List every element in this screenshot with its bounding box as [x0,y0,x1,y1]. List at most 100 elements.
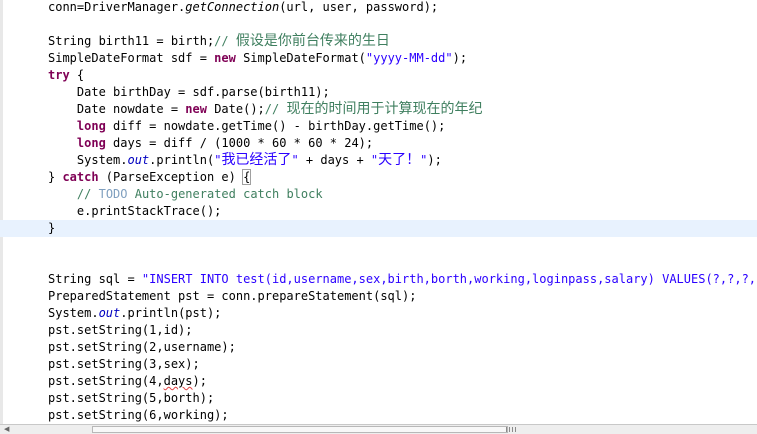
code-token: // [76,187,99,201]
code-line[interactable]: System.out.println("我已经活了" + days + "天了！… [0,152,757,169]
code-token: diff = nowdate.getTime() - birthDay.getT… [105,119,446,133]
horizontal-scrollbar[interactable]: ◀ [0,424,757,434]
code-token: 假设是你前台传来的生日 [235,33,390,49]
code-line[interactable]: System.out.println(pst); [0,305,757,322]
code-text: System.out.println("我已经活了" + days + "天了！… [48,152,442,169]
code-text: Date nowdate = new Date();// 现在的时间用于计算现在… [48,101,483,118]
code-text: } [48,220,55,237]
code-text: pst.setString(2,username); [48,339,236,356]
code-token: // [264,102,287,116]
code-token: catch [62,170,99,184]
code-line[interactable]: pst.setString(3,sex); [0,356,757,373]
code-text: conn=DriverManager.getConnection(url, us… [48,0,438,16]
code-token: out [98,306,121,320]
code-line[interactable]: pst.setString(1,id); [0,322,757,339]
code-token: ); [192,374,207,388]
code-line[interactable]: PreparedStatement pst = conn.prepareStat… [0,288,757,305]
code-line[interactable]: } catch (ParseException e) { [0,169,757,186]
code-token: (ParseException e) [98,170,244,184]
code-text: pst.setString(4,days); [48,373,207,390]
code-token: new [185,102,207,116]
code-token: (url, user, password); [279,0,439,14]
scrollbar-grip [506,427,516,432]
code-token: pst.setString(1,id); [48,323,193,337]
code-token: } [48,170,63,184]
code-line[interactable]: Date nowdate = new Date();// 现在的时间用于计算现在… [0,101,757,118]
code-token: conn=DriverManager. [48,0,186,14]
code-token: Date nowdate = [48,102,186,116]
code-line[interactable]: String sql = "INSERT INTO test(id,userna… [0,271,757,288]
code-token: long [76,119,106,133]
code-token: .println(pst); [120,306,222,320]
code-token: System. [48,306,99,320]
code-text: pst.setString(6,working); [48,407,229,424]
code-token: try [48,68,70,82]
code-line[interactable]: pst.setString(2,username); [0,339,757,356]
code-token: ); [427,153,442,167]
code-token: // [214,34,236,48]
code-text: String birth11 = birth;// 假设是你前台传来的生日 [48,33,390,50]
code-line[interactable] [0,237,757,254]
code-line[interactable]: String birth11 = birth;// 假设是你前台传来的生日 [0,33,757,50]
code-token: SimpleDateFormat( [235,51,366,65]
code-line[interactable]: e.printStackTrace(); [0,203,757,220]
code-token: 天了！ [378,152,421,168]
code-line[interactable]: pst.setString(5,borth); [0,390,757,407]
code-editor[interactable]: conn=DriverManager.getConnection(url, us… [0,0,757,424]
code-token: "INSERT INTO test(id,username,sex,birth,… [141,272,757,286]
code-line[interactable]: Date birthDay = sdf.parse(birth11); [0,84,757,101]
code-token: pst.setString(4, [48,374,164,388]
code-token: long [76,136,106,150]
code-text: pst.setString(3,sex); [48,356,200,373]
chevron-left-icon[interactable]: ◀ [4,426,10,433]
code-token: pst.setString(6,working); [48,408,229,422]
code-token: SimpleDateFormat sdf = [48,51,215,65]
code-line[interactable]: // TODO Auto-generated catch block [0,186,757,203]
code-token: out [127,153,150,167]
code-token: days = diff / (1000 * 60 * 60 * 24); [105,136,374,150]
code-token: days [163,374,193,388]
code-line[interactable]: } [0,220,757,237]
code-token: { [242,169,252,185]
code-token: pst.setString(3,sex); [48,357,200,371]
code-text: Date birthDay = sdf.parse(birth11); [48,84,330,101]
code-token: PreparedStatement pst = conn.prepareStat… [48,289,417,303]
code-line[interactable] [0,16,757,33]
code-text: long diff = nowdate.getTime() - birthDay… [48,118,445,135]
code-line[interactable]: SimpleDateFormat sdf = new SimpleDateFor… [0,50,757,67]
code-token: System. [48,153,128,167]
code-line[interactable]: long diff = nowdate.getTime() - birthDay… [0,118,757,135]
code-line[interactable]: pst.setString(4,days); [0,373,757,390]
code-line[interactable]: try { [0,67,757,84]
code-line[interactable]: long days = diff / (1000 * 60 * 60 * 24)… [0,135,757,152]
code-text: pst.setString(5,borth); [48,390,214,407]
code-token: { [69,68,85,82]
code-token: pst.setString(5,borth); [48,391,215,405]
code-token: Date birthDay = sdf.parse(birth11); [48,85,330,99]
scrollbar-thumb[interactable] [92,426,508,433]
code-token: pst.setString(2,username); [48,340,236,354]
code-token: new [214,51,236,65]
code-text: e.printStackTrace(); [48,203,222,220]
code-token: getConnection [185,0,280,14]
code-line[interactable]: conn=DriverManager.getConnection(url, us… [0,0,757,16]
code-text: PreparedStatement pst = conn.prepareStat… [48,288,416,305]
code-token: ); [452,51,468,65]
code-token: 现在的时间用于计算现在的年纪 [286,101,483,117]
code-token: TODO [98,187,128,201]
code-token: e.printStackTrace(); [48,204,222,218]
code-token: String birth11 = birth; [48,34,215,48]
code-token: + days + [298,153,371,167]
code-token: 我已经活了 [221,152,292,168]
code-text: String sql = "INSERT INTO test(id,userna… [48,271,757,288]
code-token: Auto-generated catch block [127,187,323,201]
code-line[interactable]: pst.setString(6,working); [0,407,757,424]
code-token: } [48,221,56,235]
code-line[interactable] [0,254,757,271]
code-text: pst.setString(1,id); [48,322,193,339]
code-token: Date(); [206,102,265,116]
code-text: try { [48,67,84,84]
